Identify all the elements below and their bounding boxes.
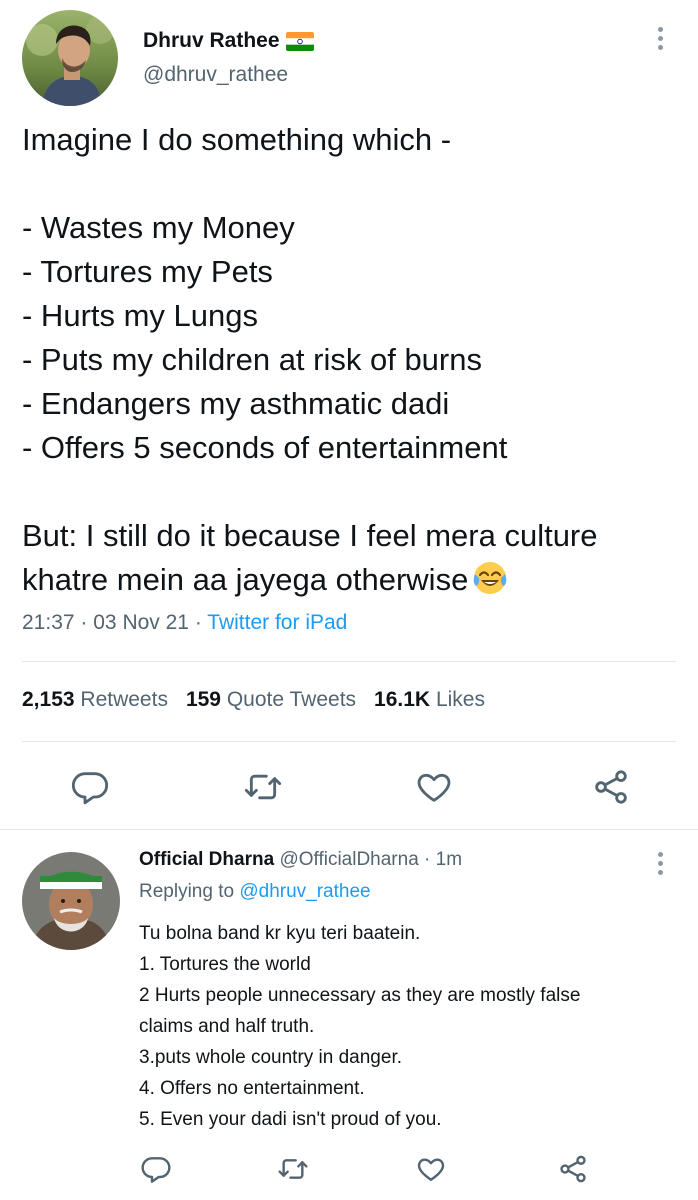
reply-text-line: 4. Offers no entertainment. bbox=[139, 1078, 365, 1099]
tweet-time: 21:37 bbox=[22, 611, 75, 634]
retweets-label: Retweets bbox=[80, 688, 168, 711]
meta-separator: · bbox=[80, 611, 88, 634]
likes-label: Likes bbox=[435, 688, 485, 711]
meta-separator: · bbox=[424, 849, 431, 870]
divider bbox=[22, 661, 676, 662]
share-icon[interactable] bbox=[591, 767, 631, 807]
more-vertical-icon[interactable] bbox=[658, 27, 664, 54]
divider bbox=[0, 829, 698, 830]
author-avatar[interactable] bbox=[22, 10, 118, 106]
tweet-text-line: - Puts my children at risk of burns bbox=[22, 342, 482, 377]
author-name[interactable]: Dhruv Rathee bbox=[143, 29, 314, 53]
replying-to: Replying to @dhruv_rathee bbox=[139, 881, 371, 903]
tweet-text-line: Imagine I do something which - bbox=[22, 122, 452, 157]
tweet-text-line: - Wastes my Money bbox=[22, 210, 295, 245]
heart-icon[interactable] bbox=[415, 1153, 447, 1185]
tweet-meta: 21:37 · 03 Nov 21 · Twitter for iPad bbox=[22, 611, 347, 635]
reply-icon[interactable] bbox=[140, 1153, 172, 1185]
heart-icon[interactable] bbox=[414, 767, 454, 807]
more-vertical-icon[interactable] bbox=[658, 852, 664, 879]
tweet-text-line: khatre mein aa jayega otherwise bbox=[22, 562, 469, 597]
reply-text: Tu bolna band kr kyu teri baatein. 1. To… bbox=[139, 918, 580, 1135]
retweet-icon[interactable] bbox=[243, 767, 283, 807]
replying-to-label: Replying to bbox=[139, 881, 235, 902]
divider bbox=[22, 741, 676, 742]
retweets-stat[interactable]: 2,153 Retweets bbox=[22, 688, 168, 711]
retweets-count: 2,153 bbox=[22, 688, 75, 711]
reply-author-handle[interactable]: @OfficialDharna bbox=[279, 849, 418, 870]
tweet-date[interactable]: 03 Nov 21 bbox=[93, 611, 189, 634]
tweet-text-line: - Offers 5 seconds of entertainment bbox=[22, 430, 508, 465]
share-icon[interactable] bbox=[557, 1153, 589, 1185]
reply-text-line: 3.puts whole country in danger. bbox=[139, 1047, 403, 1068]
quotes-count: 159 bbox=[185, 688, 221, 711]
reply-text-line: 1. Tortures the world bbox=[139, 954, 311, 975]
author-handle[interactable]: @dhruv_rathee bbox=[143, 63, 288, 87]
tweet-text-line: But: I still do it because I feel mera c… bbox=[22, 518, 598, 553]
likes-stat[interactable]: 16.1K Likes bbox=[374, 688, 485, 711]
quotes-stat[interactable]: 159 Quote Tweets bbox=[186, 688, 356, 711]
reply-header: Official Dharna @OfficialDharna · 1m bbox=[139, 849, 462, 871]
reply-text-line: 5. Even your dadi isn't proud of you. bbox=[139, 1109, 442, 1130]
likes-count: 16.1K bbox=[374, 688, 431, 711]
retweet-icon[interactable] bbox=[277, 1153, 309, 1185]
tweet-text-line: - Endangers my asthmatic dadi bbox=[22, 386, 450, 421]
reply-text-line: Tu bolna band kr kyu teri baatein. bbox=[139, 923, 421, 944]
tweet-client-link[interactable]: Twitter for iPad bbox=[207, 611, 347, 634]
india-flag-icon bbox=[285, 31, 314, 51]
replying-to-handle[interactable]: @dhruv_rathee bbox=[239, 881, 370, 902]
tweet-text-line: - Tortures my Pets bbox=[22, 254, 273, 289]
reply-age: 1m bbox=[435, 849, 463, 870]
reply-icon[interactable] bbox=[70, 767, 110, 807]
meta-separator: · bbox=[194, 611, 202, 634]
tweet-text-line-last: khatre mein aa jayega otherwise bbox=[22, 558, 508, 608]
reply-author-name[interactable]: Official Dharna bbox=[139, 849, 274, 870]
quotes-label: Quote Tweets bbox=[226, 688, 357, 711]
face-with-tears-of-joy-icon bbox=[472, 560, 508, 608]
tweet-text-line: - Hurts my Lungs bbox=[22, 298, 259, 333]
reply-author-avatar[interactable] bbox=[22, 852, 120, 950]
tweet-stats: 2,153 Retweets 159 Quote Tweets 16.1K Like… bbox=[22, 688, 485, 712]
reply-text-line: 2 Hurts people unnecessary as they are m… bbox=[139, 985, 581, 1006]
reply-text-line: claims and half truth. bbox=[139, 1016, 315, 1037]
author-name-text: Dhruv Rathee bbox=[143, 29, 280, 52]
